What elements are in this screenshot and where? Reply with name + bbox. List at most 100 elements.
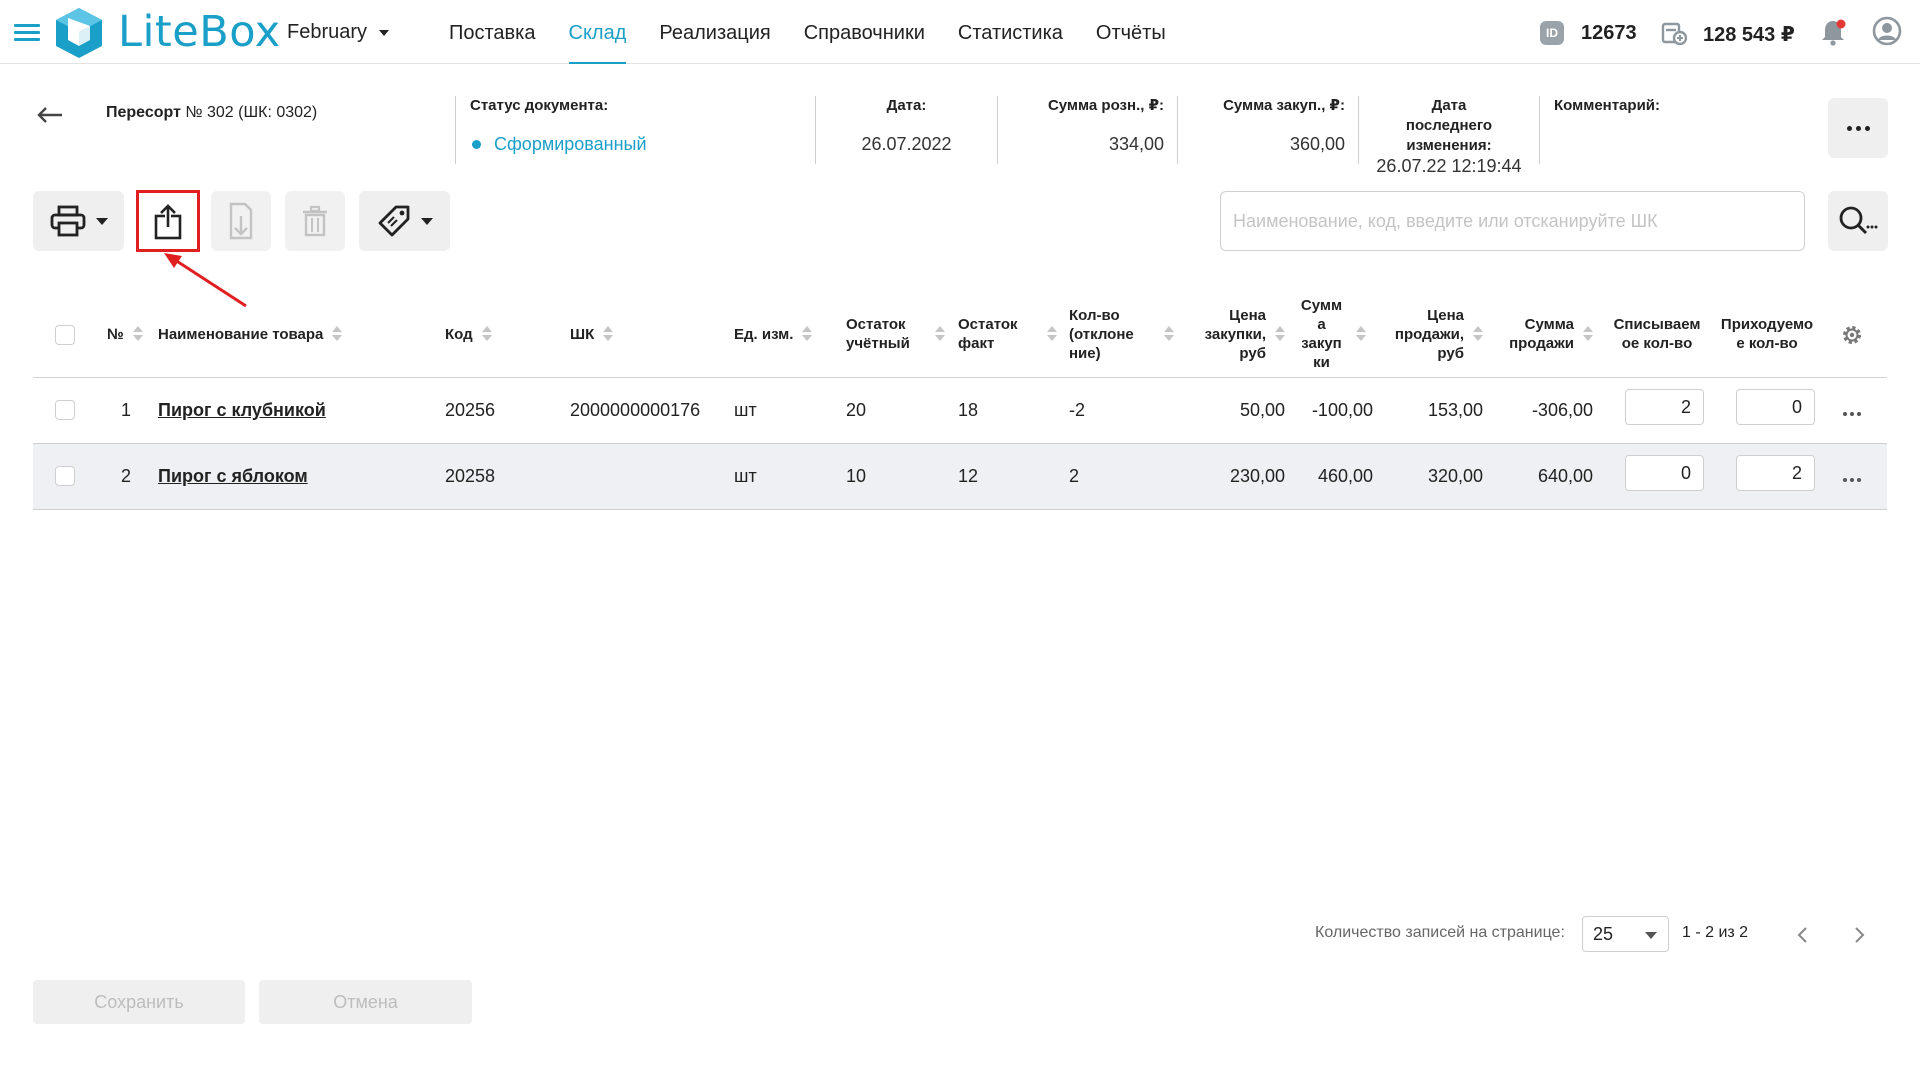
export-button[interactable] [139, 191, 197, 251]
chevron-right-icon[interactable] [1852, 925, 1866, 945]
sort-icon[interactable] [1473, 325, 1483, 343]
nav-item-spravochniki[interactable]: Справочники [804, 0, 925, 64]
column-header-barcode[interactable]: ШК [570, 290, 614, 378]
column-header-number[interactable]: № [107, 290, 143, 378]
user-avatar-icon[interactable] [1872, 16, 1902, 46]
chevron-down-icon [379, 29, 390, 36]
status-value: Сформированный [470, 134, 815, 155]
month-selector[interactable]: February [287, 21, 390, 44]
sort-icon[interactable] [603, 325, 614, 343]
gear-icon[interactable] [1841, 324, 1863, 346]
save-button[interactable]: Сохранить [33, 980, 245, 1024]
column-header-name[interactable]: Наименование товара [158, 290, 343, 378]
top-header: LiteBox February Поставка Склад Реализац… [0, 0, 1920, 64]
write-off-qty-input[interactable] [1625, 455, 1704, 491]
cell-stock-book: 10 [846, 466, 867, 486]
more-dot [1864, 125, 1870, 131]
import-button[interactable] [211, 191, 271, 251]
product-search-input[interactable] [1220, 191, 1805, 251]
cell-number: 2 [120, 466, 131, 486]
sort-icon[interactable] [1355, 325, 1366, 343]
litebox-logo[interactable]: LiteBox [54, 6, 281, 58]
more-dot [1846, 125, 1852, 131]
sort-icon[interactable] [802, 325, 813, 343]
write-off-qty-input[interactable] [1625, 389, 1704, 425]
sort-icon[interactable] [1164, 325, 1174, 343]
chevron-left-icon[interactable] [1796, 925, 1810, 945]
menu-icon[interactable] [14, 24, 40, 42]
sort-icon[interactable] [481, 325, 492, 343]
status-label: Статус документа: [470, 97, 609, 114]
last-change-label: Дата последнего изменения: [1405, 97, 1493, 154]
column-label: Приходуемо е кол-во [1720, 316, 1814, 352]
cell-code: 20258 [445, 466, 496, 486]
column-label: Цена продажи, руб [1394, 306, 1464, 362]
cell-stock-book: 20 [846, 400, 867, 420]
page-range: 1 - 2 из 2 [1682, 924, 1749, 941]
sort-icon[interactable] [1583, 325, 1593, 343]
notification-bell-icon[interactable] [1820, 18, 1846, 46]
cell-stock-fact: 12 [958, 466, 979, 486]
id-icon: ID [1540, 21, 1564, 45]
table-row: 2 Пирог с яблоком 20258 шт 10 12 2 230,0… [33, 444, 1887, 510]
more-dot [1857, 412, 1861, 416]
select-all-checkbox[interactable] [55, 325, 75, 345]
row-more-button[interactable] [1843, 474, 1861, 486]
nav-item-realizaciya[interactable]: Реализация [659, 0, 770, 64]
status-text: Сформированный [494, 134, 647, 154]
sort-icon[interactable] [935, 325, 945, 343]
more-dot [1855, 125, 1861, 131]
export-share-icon [154, 204, 182, 240]
column-header-code[interactable]: Код [445, 290, 492, 378]
trash-icon [303, 205, 327, 237]
cell-sum-sale: 640,00 [1537, 466, 1593, 486]
page-size-select[interactable]: 25 [1582, 916, 1669, 952]
nav-item-otchety[interactable]: Отчёты [1096, 0, 1166, 64]
sort-icon[interactable] [1275, 325, 1285, 343]
nav-item-statistika[interactable]: Статистика [958, 0, 1063, 64]
price-tag-button[interactable] [359, 191, 450, 251]
sort-icon[interactable] [132, 325, 143, 343]
product-link[interactable]: Пирог с яблоком [158, 466, 308, 487]
cell-code: 20256 [445, 400, 496, 420]
column-header-unit[interactable]: Ед. изм. [734, 290, 813, 378]
column-header-qty-deviation[interactable]: Кол-во (отклоне ние) [1069, 290, 1174, 378]
column-header-sum-sale[interactable]: Сумма продажи [1493, 290, 1593, 378]
sort-icon[interactable] [1047, 325, 1057, 343]
search-icon [1839, 206, 1878, 235]
document-more-button[interactable] [1828, 98, 1888, 158]
row-checkbox[interactable] [55, 466, 75, 486]
row-more-button[interactable] [1843, 408, 1861, 420]
column-header-price-purchase[interactable]: Цена закупки, руб [1181, 290, 1285, 378]
row-checkbox[interactable] [55, 400, 75, 420]
account-id: 12673 [1581, 22, 1637, 44]
column-label: Кол-во (отклоне ние) [1069, 306, 1134, 362]
purchase-sum-label: Сумма закуп., ₽: [1223, 97, 1345, 114]
column-header-stock-book[interactable]: Остаток учётный [846, 290, 945, 378]
cancel-button[interactable]: Отмена [259, 980, 472, 1024]
last-change-block: Дата последнего изменения: 26.07.22 12:1… [1358, 96, 1539, 176]
status-dot [472, 140, 481, 149]
search-button[interactable] [1828, 191, 1888, 251]
document-number: № 302 (ШК: 0302) [180, 104, 318, 121]
cell-sum-sale: -306,00 [1531, 400, 1593, 420]
incoming-qty-input[interactable] [1736, 389, 1815, 425]
retail-sum-value: 334,00 [1108, 134, 1164, 154]
column-label: Наименование товара [158, 325, 324, 343]
chevron-down-icon [95, 217, 108, 225]
incoming-qty-input[interactable] [1736, 455, 1815, 491]
column-header-sum-purchase[interactable]: Сумм а закуп ки [1291, 290, 1371, 378]
delete-button[interactable] [285, 191, 345, 251]
sort-icon[interactable] [332, 325, 343, 343]
cell-price-sale: 153,00 [1427, 400, 1483, 420]
cell-sum-purchase: 460,00 [1317, 466, 1373, 486]
product-link[interactable]: Пирог с клубникой [158, 400, 326, 421]
nav-item-sklad[interactable]: Склад [568, 0, 626, 64]
column-header-stock-fact[interactable]: Остаток факт [958, 290, 1057, 378]
back-arrow-icon[interactable] [36, 104, 64, 126]
nav-item-postavka[interactable]: Поставка [449, 0, 536, 64]
column-header-price-sale[interactable]: Цена продажи, руб [1377, 290, 1483, 378]
column-header-incoming: Приходуемо е кол-во [1715, 290, 1819, 378]
print-button[interactable] [33, 191, 124, 251]
page-size-value: 25 [1593, 924, 1614, 944]
